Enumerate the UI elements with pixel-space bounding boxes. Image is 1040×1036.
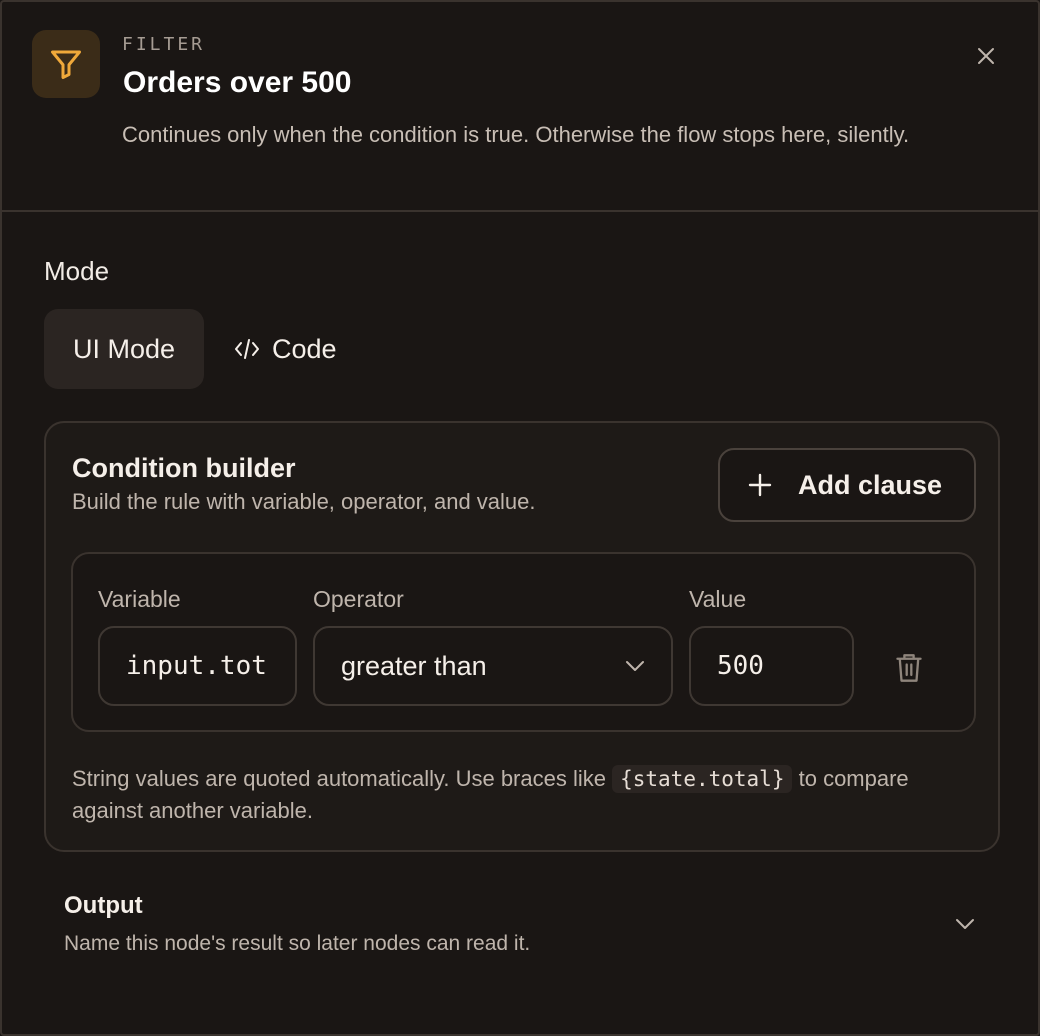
condition-builder-title: Condition builder xyxy=(72,453,296,483)
operator-select[interactable]: greater than xyxy=(313,626,673,706)
value-label: Value xyxy=(689,586,747,612)
condition-hint: String values are quoted automatically. … xyxy=(72,763,972,827)
filter-node-panel: FILTER Orders over 500 Continues only wh… xyxy=(0,0,1040,1036)
close-icon xyxy=(978,48,994,64)
delete-clause-button[interactable] xyxy=(891,650,927,686)
trash-icon xyxy=(896,654,922,682)
hint-text-before: String values are quoted automatically. … xyxy=(72,766,606,791)
operator-label: Operator xyxy=(313,586,404,612)
condition-builder-card: Condition builder Build the rule with va… xyxy=(44,421,1000,852)
hint-code-example: {state.total} xyxy=(612,765,793,793)
filter-icon xyxy=(32,30,100,98)
tab-ui-mode-label: UI Mode xyxy=(72,333,176,364)
value-input[interactable]: 500 xyxy=(689,626,854,706)
variable-input-value: input.tot xyxy=(126,651,267,681)
output-section-toggle[interactable]: Output Name this node's result so later … xyxy=(44,882,1000,972)
output-subtitle: Name this node's result so later nodes c… xyxy=(64,932,531,955)
operator-select-value: greater than xyxy=(341,650,487,681)
mode-label: Mode xyxy=(44,256,110,286)
variable-label: Variable xyxy=(98,586,181,612)
close-button[interactable] xyxy=(966,36,1006,76)
chevron-down-icon xyxy=(626,661,644,671)
chevron-down-icon xyxy=(950,912,980,936)
node-description: Continues only when the condition is tru… xyxy=(122,122,910,147)
plus-icon xyxy=(748,473,772,497)
code-icon xyxy=(235,339,259,359)
tab-ui-mode[interactable]: UI Mode xyxy=(44,309,204,389)
add-clause-label: Add clause xyxy=(798,469,943,500)
panel-header: FILTER Orders over 500 Continues only wh… xyxy=(2,2,1038,212)
add-clause-button[interactable]: Add clause xyxy=(718,448,976,522)
tab-code[interactable]: Code xyxy=(234,309,337,389)
node-type-label: FILTER xyxy=(122,34,206,55)
condition-builder-subtitle: Build the rule with variable, operator, … xyxy=(72,489,536,514)
clause-row: Variable Operator Value input.tot greate… xyxy=(71,552,976,732)
tab-code-label: Code xyxy=(272,333,337,364)
value-input-value: 500 xyxy=(717,651,764,681)
variable-input[interactable]: input.tot xyxy=(98,626,297,706)
node-title: Orders over 500 xyxy=(123,66,352,99)
output-title: Output xyxy=(64,892,143,919)
